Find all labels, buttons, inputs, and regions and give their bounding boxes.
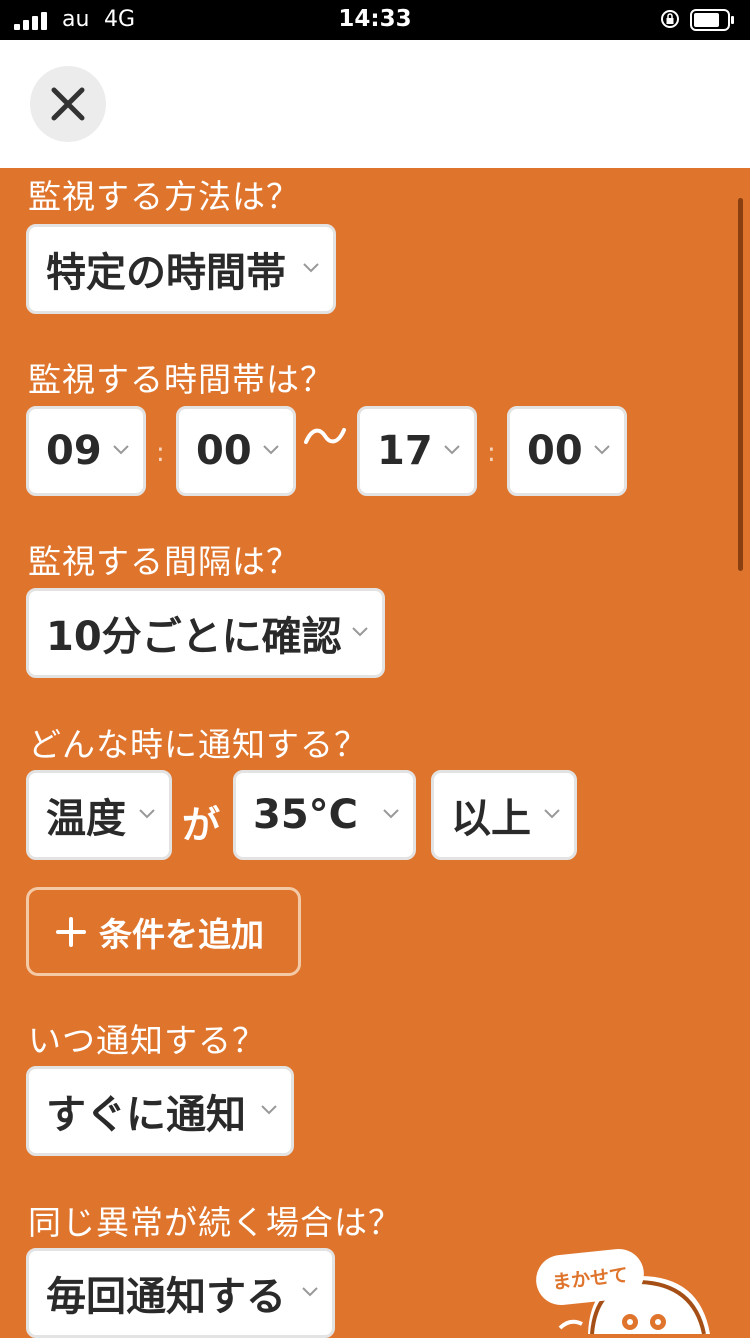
chevron-down-icon (302, 1287, 318, 1297)
close-icon (51, 87, 85, 121)
top-bar (0, 40, 750, 168)
comparison-select[interactable]: 以上 (431, 770, 577, 860)
start-minute-value: 00 (196, 428, 252, 474)
battery-icon (690, 9, 734, 31)
method-select[interactable]: 特定の時間帯 (26, 224, 336, 314)
question-when-notify: どんな時に通知する？ (28, 725, 368, 764)
interval-value: 10分ごとに確認 (46, 614, 342, 660)
end-minute-select[interactable]: 00 (507, 406, 627, 496)
chevron-down-icon (544, 809, 560, 819)
condition-particle: が (182, 803, 221, 847)
chevron-down-icon (303, 263, 319, 273)
metric-value: 温度 (46, 796, 126, 842)
end-hour-select[interactable]: 17 (357, 406, 477, 496)
timing-select[interactable]: すぐに通知 (26, 1066, 294, 1156)
add-condition-button[interactable]: 条件を追加 (26, 887, 301, 976)
chevron-down-icon (263, 445, 279, 455)
chevron-down-icon (594, 445, 610, 455)
chevron-down-icon (444, 445, 460, 455)
start-hour-value: 09 (46, 428, 102, 474)
chevron-down-icon (352, 627, 368, 637)
status-time: 14:33 (338, 6, 412, 32)
time-colon: : (487, 438, 496, 468)
method-value: 特定の時間帯 (46, 250, 286, 296)
end-minute-value: 00 (527, 428, 583, 474)
interval-select[interactable]: 10分ごとに確認 (26, 588, 385, 678)
chevron-down-icon (113, 445, 129, 455)
start-hour-select[interactable]: 09 (26, 406, 146, 496)
settings-form[interactable]: 監視する方法は？ 特定の時間帯 監視する時間帯は？ 09 : 00 17 : 0… (0, 168, 750, 1338)
plus-icon (56, 916, 86, 947)
mascot-character: まかせて (530, 1238, 750, 1334)
chevron-down-icon (383, 809, 399, 819)
scrollbar[interactable] (738, 198, 743, 571)
chevron-down-icon (261, 1105, 277, 1115)
time-colon: : (156, 438, 165, 468)
question-timing: いつ通知する？ (28, 1021, 266, 1060)
question-repeat: 同じ異常が続く場合は？ (28, 1203, 402, 1242)
add-condition-label: 条件を追加 (99, 914, 264, 954)
tilde-icon (304, 428, 346, 444)
repeat-value: 毎回通知する (46, 1274, 286, 1320)
repeat-select[interactable]: 毎回通知する (26, 1248, 335, 1338)
comparison-value: 以上 (451, 796, 531, 842)
chevron-down-icon (139, 809, 155, 819)
question-timeslot: 監視する時間帯は？ (28, 360, 334, 399)
start-minute-select[interactable]: 00 (176, 406, 296, 496)
timing-value: すぐに通知 (46, 1092, 246, 1138)
status-bar: au 4G 14:33 (0, 0, 750, 40)
question-method: 監視する方法は？ (28, 177, 300, 216)
metric-select[interactable]: 温度 (26, 770, 172, 860)
threshold-select[interactable]: 35°C (233, 770, 416, 860)
threshold-value: 35°C (253, 792, 359, 838)
close-button[interactable] (30, 66, 106, 142)
question-interval: 監視する間隔は？ (28, 542, 300, 581)
end-hour-value: 17 (377, 428, 433, 474)
rotation-lock-icon (661, 10, 679, 28)
